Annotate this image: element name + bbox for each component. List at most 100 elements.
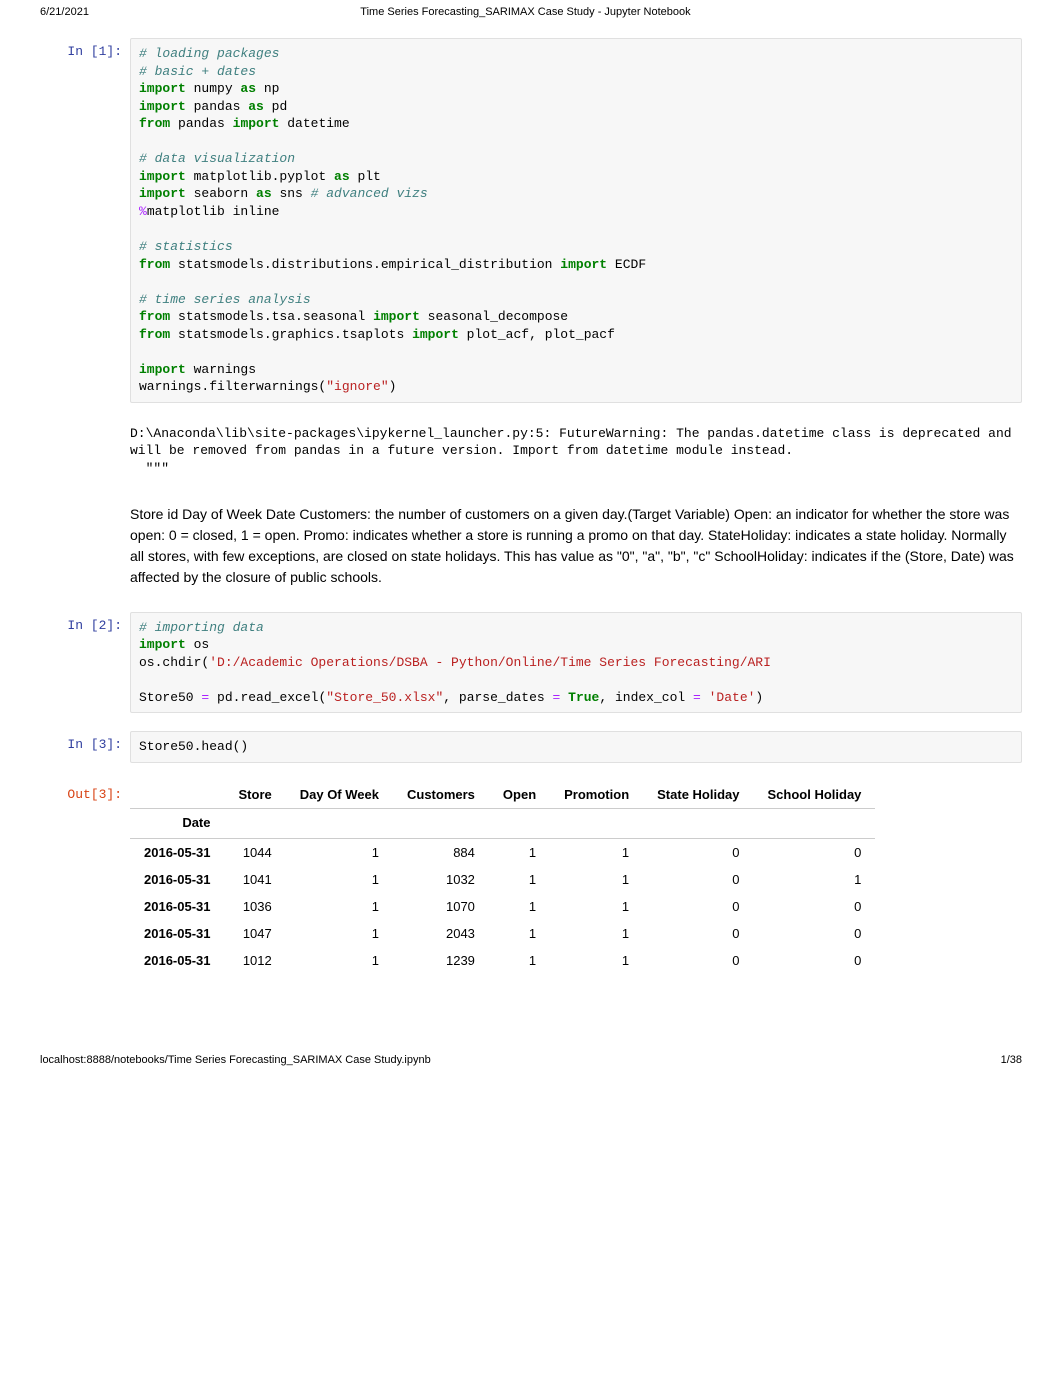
- code-keyword: as: [256, 186, 272, 201]
- output-cell-1: D:\Anaconda\lib\site-packages\ipykernel_…: [40, 421, 1022, 478]
- table-cell: 1047: [225, 920, 286, 947]
- code-text: plot_acf, plot_pacf: [459, 327, 615, 342]
- table-cell: 1032: [393, 866, 489, 893]
- code-operator: =: [693, 690, 701, 705]
- code-keyword: from: [139, 309, 170, 324]
- code-text: warnings: [186, 362, 256, 377]
- code-text: , index_col: [599, 690, 693, 705]
- code-keyword: import: [373, 309, 420, 324]
- table-cell: 1: [754, 866, 876, 893]
- table-cell: 1: [286, 920, 393, 947]
- code-text: np: [256, 81, 279, 96]
- code-keyword: as: [240, 81, 256, 96]
- header-date: 6/21/2021: [40, 6, 89, 18]
- code-keyword: import: [233, 116, 280, 131]
- code-text: warnings.filterwarnings(: [139, 379, 326, 394]
- code-text: os.chdir(: [139, 655, 209, 670]
- code-text: pd: [264, 99, 287, 114]
- code-text: ECDF: [607, 257, 646, 272]
- output-prompt-3: Out[3]:: [40, 781, 130, 974]
- code-cell-1: In [1]: # loading packages # basic + dat…: [40, 38, 1022, 403]
- row-index: 2016-05-31: [130, 866, 225, 893]
- col-header: School Holiday: [754, 781, 876, 809]
- code-string: "Store_50.xlsx": [326, 690, 443, 705]
- table-cell: 1: [550, 920, 643, 947]
- page-header: 6/21/2021 Time Series Forecasting_SARIMA…: [0, 0, 1062, 22]
- code-string: "ignore": [326, 379, 388, 394]
- code-text: datetime: [279, 116, 349, 131]
- code-cell-2: In [2]: # importing data import os os.ch…: [40, 612, 1022, 714]
- table-cell: 1: [550, 866, 643, 893]
- row-index: 2016-05-31: [130, 947, 225, 974]
- code-comment: # time series analysis: [139, 292, 311, 307]
- table-cell: 0: [643, 838, 753, 866]
- table-cell: 2043: [393, 920, 489, 947]
- markdown-text: Store id Day of Week Date Customers: the…: [130, 502, 1022, 588]
- table-cell: 1012: [225, 947, 286, 974]
- table-row: 2016-05-31104418841100: [130, 838, 875, 866]
- page-footer: localhost:8888/notebooks/Time Series For…: [0, 1054, 1062, 1076]
- code-text: pandas: [170, 116, 232, 131]
- table-cell: 1: [489, 866, 550, 893]
- row-index: 2016-05-31: [130, 893, 225, 920]
- table-row: 2016-05-311041110321101: [130, 866, 875, 893]
- index-name-row: Date: [130, 808, 875, 838]
- code-block-1: # loading packages # basic + dates impor…: [130, 38, 1022, 403]
- table-cell: 1: [489, 947, 550, 974]
- table-cell: 1: [286, 838, 393, 866]
- code-comment: # advanced vizs: [311, 186, 428, 201]
- code-cell-3: In [3]: Store50.head(): [40, 731, 1022, 763]
- code-string: 'Date': [709, 690, 756, 705]
- code-text: sns: [272, 186, 311, 201]
- code-keyword: import: [560, 257, 607, 272]
- table-row: 2016-05-311012112391100: [130, 947, 875, 974]
- code-text: , parse_dates: [443, 690, 552, 705]
- code-text: numpy: [186, 81, 241, 96]
- table-cell: 1: [550, 947, 643, 974]
- header-title: Time Series Forecasting_SARIMAX Case Stu…: [360, 6, 690, 18]
- code-comment: # basic + dates: [139, 64, 256, 79]
- dataframe-table: Store Day Of Week Customers Open Promoti…: [130, 781, 875, 974]
- table-cell: 0: [643, 920, 753, 947]
- code-text: statsmodels.tsa.seasonal: [170, 309, 373, 324]
- table-cell: 0: [643, 866, 753, 893]
- table-row: 2016-05-311036110701100: [130, 893, 875, 920]
- code-string: 'D:/Academic Operations/DSBA - Python/On…: [209, 655, 771, 670]
- code-keyword: from: [139, 327, 170, 342]
- code-block-3: Store50.head(): [130, 731, 1022, 763]
- code-text: Store50.head(): [139, 739, 248, 754]
- code-keyword: from: [139, 257, 170, 272]
- code-text: statsmodels.graphics.tsaplots: [170, 327, 412, 342]
- table-cell: 1: [550, 893, 643, 920]
- table-cell: 1041: [225, 866, 286, 893]
- col-header: Promotion: [550, 781, 643, 809]
- code-text: matplotlib.pyplot: [186, 169, 334, 184]
- footer-page: 1/38: [1001, 1054, 1022, 1066]
- row-index: 2016-05-31: [130, 838, 225, 866]
- code-keyword: from: [139, 116, 170, 131]
- table-cell: 1239: [393, 947, 489, 974]
- code-text: [701, 690, 709, 705]
- input-prompt-2: In [2]:: [40, 612, 130, 714]
- code-text: [560, 690, 568, 705]
- code-comment: # data visualization: [139, 151, 295, 166]
- code-text: Store50: [139, 690, 201, 705]
- table-cell: 1: [489, 920, 550, 947]
- empty-prompt: [40, 502, 130, 588]
- input-prompt-3: In [3]:: [40, 731, 130, 763]
- table-cell: 1: [286, 893, 393, 920]
- code-keyword: import: [412, 327, 459, 342]
- code-keyword: import: [139, 81, 186, 96]
- input-prompt-1: In [1]:: [40, 38, 130, 403]
- code-keyword: import: [139, 99, 186, 114]
- code-text: seasonal_decompose: [420, 309, 568, 324]
- table-cell: 1: [286, 866, 393, 893]
- col-header: Store: [225, 781, 286, 809]
- code-block-2: # importing data import os os.chdir('D:/…: [130, 612, 1022, 714]
- notebook-content: In [1]: # loading packages # basic + dat…: [0, 22, 1062, 974]
- table-cell: 1: [550, 838, 643, 866]
- code-keyword: import: [139, 362, 186, 377]
- code-keyword: import: [139, 637, 186, 652]
- stream-output-1: D:\Anaconda\lib\site-packages\ipykernel_…: [130, 421, 1022, 478]
- code-comment: # loading packages: [139, 46, 279, 61]
